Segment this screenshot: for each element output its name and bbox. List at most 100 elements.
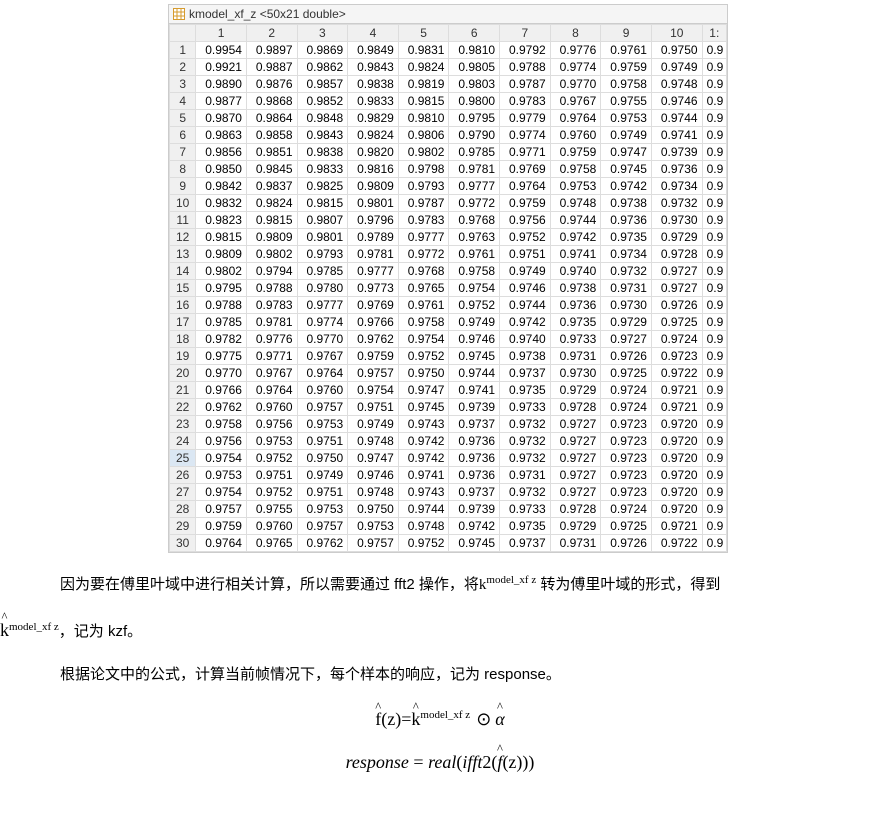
cell[interactable]: 0.9	[702, 518, 726, 535]
cell[interactable]: 0.9761	[398, 297, 449, 314]
cell[interactable]: 0.9749	[651, 59, 702, 76]
cell[interactable]: 0.9816	[348, 161, 399, 178]
cell[interactable]: 0.9748	[398, 518, 449, 535]
cell[interactable]: 0.9744	[398, 501, 449, 518]
cell[interactable]: 0.9751	[246, 467, 297, 484]
cell[interactable]: 0.9763	[449, 229, 500, 246]
col-header[interactable]: 4	[348, 25, 399, 42]
cell[interactable]: 0.9749	[297, 467, 348, 484]
row-header[interactable]: 16	[170, 297, 196, 314]
cell[interactable]: 0.9736	[550, 297, 601, 314]
cell[interactable]: 0.9	[702, 42, 726, 59]
cell[interactable]: 0.9723	[651, 348, 702, 365]
cell[interactable]: 0.9756	[246, 416, 297, 433]
cell[interactable]: 0.9734	[601, 246, 652, 263]
cell[interactable]: 0.9848	[297, 110, 348, 127]
cell[interactable]: 0.9802	[398, 144, 449, 161]
row-header[interactable]: 17	[170, 314, 196, 331]
cell[interactable]: 0.9735	[500, 518, 551, 535]
cell[interactable]: 0.9729	[550, 518, 601, 535]
cell[interactable]: 0.9732	[500, 433, 551, 450]
cell[interactable]: 0.9785	[449, 144, 500, 161]
cell[interactable]: 0.9756	[500, 212, 551, 229]
cell[interactable]: 0.9757	[348, 535, 399, 552]
row-header[interactable]: 18	[170, 331, 196, 348]
cell[interactable]: 0.9781	[246, 314, 297, 331]
cell[interactable]: 0.9771	[500, 144, 551, 161]
cell[interactable]: 0.9	[702, 433, 726, 450]
row-header[interactable]: 3	[170, 76, 196, 93]
cell[interactable]: 0.9749	[449, 314, 500, 331]
cell[interactable]: 0.9753	[601, 110, 652, 127]
cell[interactable]: 0.9757	[297, 399, 348, 416]
cell[interactable]: 0.9868	[246, 93, 297, 110]
cell[interactable]: 0.9738	[550, 280, 601, 297]
cell[interactable]: 0.9764	[246, 382, 297, 399]
cell[interactable]: 0.9744	[449, 365, 500, 382]
cell[interactable]: 0.9742	[550, 229, 601, 246]
cell[interactable]: 0.9856	[196, 144, 247, 161]
row-header[interactable]: 9	[170, 178, 196, 195]
cell[interactable]: 0.9761	[449, 246, 500, 263]
cell[interactable]: 0.9733	[550, 331, 601, 348]
cell[interactable]: 0.9743	[398, 416, 449, 433]
cell[interactable]: 0.9753	[297, 416, 348, 433]
data-grid[interactable]: 123456789101:10.99540.98970.98690.98490.…	[169, 24, 727, 552]
row-header[interactable]: 1	[170, 42, 196, 59]
cell[interactable]: 0.9851	[246, 144, 297, 161]
cell[interactable]: 0.9729	[601, 314, 652, 331]
cell[interactable]: 0.9753	[246, 433, 297, 450]
cell[interactable]: 0.9758	[398, 314, 449, 331]
cell[interactable]: 0.9	[702, 501, 726, 518]
row-header[interactable]: 20	[170, 365, 196, 382]
cell[interactable]: 0.9749	[601, 127, 652, 144]
cell[interactable]: 0.9721	[651, 399, 702, 416]
cell[interactable]: 0.9739	[449, 399, 500, 416]
cell[interactable]: 0.9727	[651, 280, 702, 297]
cell[interactable]: 0.9724	[601, 501, 652, 518]
cell[interactable]: 0.9771	[246, 348, 297, 365]
row-header[interactable]: 26	[170, 467, 196, 484]
cell[interactable]: 0.9764	[550, 110, 601, 127]
cell[interactable]: 0.9748	[348, 433, 399, 450]
cell[interactable]: 0.9819	[398, 76, 449, 93]
cell[interactable]: 0.9	[702, 246, 726, 263]
cell[interactable]: 0.9782	[196, 331, 247, 348]
row-header[interactable]: 2	[170, 59, 196, 76]
cell[interactable]: 0.9742	[398, 450, 449, 467]
cell[interactable]: 0.9732	[500, 416, 551, 433]
cell[interactable]: 0.9796	[348, 212, 399, 229]
cell[interactable]: 0.9739	[449, 501, 500, 518]
cell[interactable]: 0.9766	[348, 314, 399, 331]
cell[interactable]: 0.9	[702, 314, 726, 331]
cell[interactable]: 0.9723	[601, 484, 652, 501]
cell[interactable]: 0.9746	[449, 331, 500, 348]
cell[interactable]: 0.9754	[196, 484, 247, 501]
cell[interactable]: 0.9795	[449, 110, 500, 127]
cell[interactable]: 0.9745	[449, 535, 500, 552]
cell[interactable]: 0.9751	[500, 246, 551, 263]
cell[interactable]: 0.9779	[500, 110, 551, 127]
cell[interactable]: 0.9	[702, 178, 726, 195]
row-header[interactable]: 15	[170, 280, 196, 297]
cell[interactable]: 0.9753	[297, 501, 348, 518]
cell[interactable]: 0.9751	[348, 399, 399, 416]
col-header[interactable]: 7	[500, 25, 551, 42]
cell[interactable]: 0.9862	[297, 59, 348, 76]
cell[interactable]: 0.9732	[500, 484, 551, 501]
cell[interactable]: 0.9788	[246, 280, 297, 297]
cell[interactable]: 0.9720	[651, 416, 702, 433]
cell[interactable]: 0.9770	[297, 331, 348, 348]
cell[interactable]: 0.9740	[500, 331, 551, 348]
cell[interactable]: 0.9815	[196, 229, 247, 246]
cell[interactable]: 0.9	[702, 76, 726, 93]
cell[interactable]: 0.9	[702, 450, 726, 467]
cell[interactable]: 0.9775	[196, 348, 247, 365]
row-header[interactable]: 25	[170, 450, 196, 467]
cell[interactable]: 0.9863	[196, 127, 247, 144]
row-header[interactable]: 21	[170, 382, 196, 399]
cell[interactable]: 0.9726	[601, 535, 652, 552]
cell[interactable]: 0.9732	[651, 195, 702, 212]
cell[interactable]: 0.9744	[550, 212, 601, 229]
cell[interactable]: 0.9750	[398, 365, 449, 382]
